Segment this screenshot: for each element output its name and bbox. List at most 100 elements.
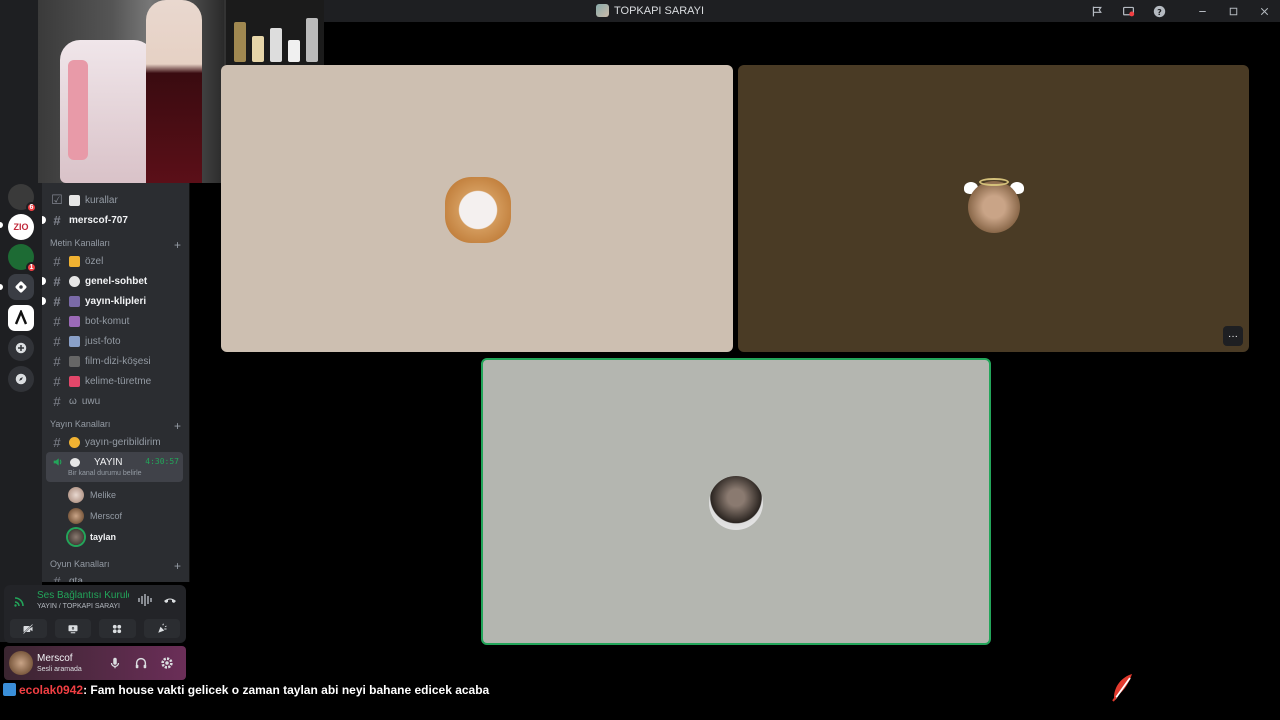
- noise-suppression-icon[interactable]: [138, 594, 152, 606]
- channel-merscof-707[interactable]: # merscof-707: [42, 210, 183, 230]
- signal-icon[interactable]: [12, 593, 28, 609]
- participant-tile-melike[interactable]: [221, 65, 733, 352]
- avatar[interactable]: [9, 651, 33, 675]
- avatar: [709, 476, 763, 530]
- minimize-icon[interactable]: [1187, 0, 1218, 22]
- participant-tile-merscof[interactable]: ···: [738, 65, 1249, 352]
- camera-toggle-button[interactable]: [10, 619, 47, 638]
- explore-servers[interactable]: [8, 366, 34, 392]
- unread-indicator: [42, 297, 46, 305]
- feather-logo-icon: [1112, 674, 1132, 702]
- soundboard-icon: [158, 623, 167, 633]
- channel-label: just-foto: [85, 335, 121, 347]
- server-icon: [596, 4, 609, 17]
- channel-genel-sohbet[interactable]: # genel-sohbet: [42, 271, 183, 291]
- close-icon[interactable]: [1249, 0, 1280, 22]
- channel-label: genel-sohbet: [85, 275, 148, 287]
- voice-connection-subtitle[interactable]: YAYIN / TOPKAPI SARAYI: [37, 603, 129, 610]
- channel-yayin-geribildirim[interactable]: # yayın-geribildirim: [50, 432, 183, 452]
- hash-icon: #: [53, 573, 61, 583]
- more-options-button[interactable]: ···: [1223, 326, 1243, 346]
- server-rail: 6 ZIO 1: [0, 22, 42, 642]
- add-channel-icon[interactable]: +: [174, 419, 181, 433]
- channel-uwu[interactable]: # ω uwu: [50, 391, 183, 411]
- channel-label: yayın-geribildirim: [85, 436, 161, 448]
- server-lambda[interactable]: [8, 305, 34, 331]
- category-metin-kanallari[interactable]: Metin Kanalları +: [50, 238, 181, 252]
- speech-bubble-icon: [69, 275, 80, 287]
- film-icon: [69, 295, 80, 307]
- headphones-icon[interactable]: [134, 656, 148, 670]
- voice-channel-name: YAYIN: [94, 457, 123, 468]
- flag-icon[interactable]: [1082, 0, 1113, 22]
- hash-icon: #: [53, 333, 61, 349]
- channel-gta[interactable]: # gta: [50, 571, 183, 583]
- channel-kelime-turetme[interactable]: # kelime-türetme: [50, 371, 183, 391]
- activities-button[interactable]: [99, 619, 136, 638]
- voice-connection-panel: Ses Bağlantısı Kuruldu YAYIN / TOPKAPI S…: [4, 585, 186, 643]
- voice-user-melike[interactable]: Melike: [68, 484, 183, 505]
- voice-user-merscof[interactable]: Merscof: [68, 505, 183, 526]
- server-green[interactable]: 1: [8, 244, 37, 273]
- bottle: [252, 36, 264, 62]
- channel-film-dizi-kosesi[interactable]: # film-dizi-köşesi: [50, 351, 183, 371]
- add-channel-icon[interactable]: +: [174, 238, 181, 252]
- username[interactable]: Merscof: [37, 653, 73, 664]
- voice-user-taylan[interactable]: taylan: [68, 526, 183, 547]
- clapper-icon: [69, 355, 80, 367]
- unread-indicator: [42, 216, 46, 224]
- camera-off-icon: [23, 623, 34, 634]
- channel-label: kelime-türetme: [85, 375, 152, 387]
- settings-gear-icon[interactable]: [160, 656, 174, 670]
- server-green-badge: 1: [26, 262, 37, 273]
- voice-channel-yayin[interactable]: YAYIN 4:30:57 Bir kanal durumu belirle: [46, 452, 183, 482]
- screen-share-icon[interactable]: [1113, 0, 1144, 22]
- plus-icon: [15, 342, 27, 354]
- hash-icon: #: [53, 353, 61, 369]
- channel-label: yayın-klipleri: [85, 295, 147, 307]
- voice-channel-status[interactable]: Bir kanal durumu belirle: [68, 470, 142, 477]
- channel-kurallar[interactable]: ☑ kurallar: [50, 190, 183, 210]
- unread-pill: [0, 284, 3, 290]
- channel-label: kurallar: [85, 194, 118, 206]
- channel-ozel[interactable]: # özel: [50, 251, 183, 271]
- avatar: [68, 486, 84, 503]
- voice-user-name: Merscof: [90, 510, 123, 521]
- maximize-icon[interactable]: [1218, 0, 1249, 22]
- category-yayin-kanallari[interactable]: Yayın Kanalları +: [50, 419, 181, 433]
- window-title: TOPKAPI SARAYI: [596, 4, 704, 17]
- shelf: [224, 0, 324, 66]
- category-label: Yayın Kanalları: [50, 419, 111, 429]
- avatar: [68, 528, 84, 545]
- hash-icon: #: [53, 253, 61, 269]
- disconnect-icon[interactable]: [162, 594, 178, 606]
- screen-share-button[interactable]: [54, 619, 91, 638]
- rules-channel-icon: ☑: [51, 192, 63, 207]
- voice-user-name: taylan: [90, 531, 117, 542]
- hash-icon: #: [53, 393, 61, 409]
- hash-icon: #: [53, 434, 61, 450]
- hash-icon: #: [53, 373, 61, 389]
- channel-prefix: ω: [69, 395, 77, 407]
- server-game[interactable]: [8, 274, 34, 300]
- bottle: [306, 18, 318, 62]
- add-server[interactable]: [8, 335, 34, 361]
- server-zio[interactable]: ZIO: [8, 214, 34, 240]
- camera-icon: [69, 335, 80, 347]
- microphone-icon[interactable]: [108, 656, 122, 670]
- help-icon[interactable]: ?: [1144, 0, 1175, 22]
- channel-bot-komut[interactable]: # bot-komut: [50, 311, 183, 331]
- chat-message-text: : Fam house vakti gelicek o zaman taylan…: [83, 683, 490, 697]
- speaker-icon: [53, 458, 62, 466]
- screen-share-icon: [68, 624, 78, 633]
- participant-tile-taylan[interactable]: [481, 358, 991, 645]
- channel-just-foto[interactable]: # just-foto: [50, 331, 183, 351]
- clipboard-icon: [69, 194, 80, 206]
- server-1[interactable]: 6: [8, 184, 37, 213]
- channel-yayin-klipleri[interactable]: # yayın-klipleri: [42, 291, 183, 311]
- robot-icon: [69, 315, 80, 327]
- channel-label: film-dizi-köşesi: [85, 355, 151, 367]
- channel-label: merscof-707: [69, 214, 128, 226]
- game-icon: [15, 281, 27, 293]
- soundboard-button[interactable]: [143, 619, 180, 638]
